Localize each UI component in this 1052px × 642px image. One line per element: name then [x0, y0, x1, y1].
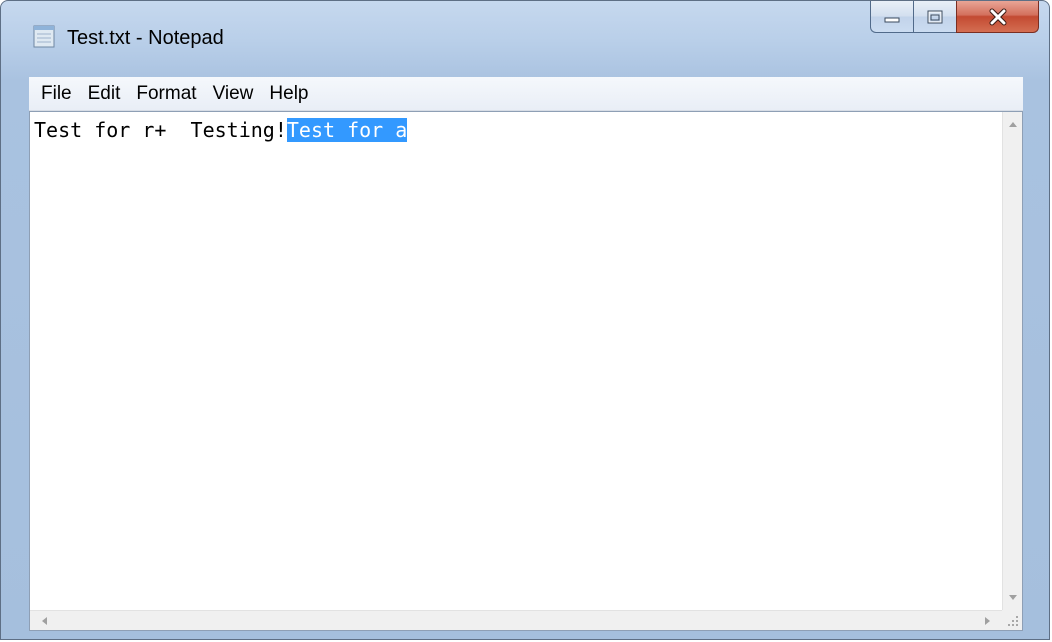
caption-buttons [870, 1, 1039, 35]
menu-bar: File Edit Format View Help [29, 77, 1023, 111]
selected-text: Test for a [286, 118, 408, 142]
menu-format[interactable]: Format [128, 80, 204, 108]
maximize-icon [927, 10, 943, 23]
minimize-icon [884, 17, 900, 22]
unselected-text: Test for r+ Testing! [34, 118, 287, 142]
text-content[interactable]: Test for r+ Testing!Test for a [34, 116, 1002, 610]
vertical-scrollbar[interactable] [1002, 112, 1022, 610]
scroll-right-arrow-icon[interactable] [985, 617, 990, 625]
scroll-left-arrow-icon[interactable] [42, 617, 47, 625]
notepad-icon [33, 25, 55, 48]
horizontal-scrollbar[interactable] [30, 610, 1002, 630]
menu-file[interactable]: File [33, 80, 80, 108]
resize-grip[interactable] [1002, 610, 1022, 630]
menu-view[interactable]: View [205, 80, 262, 108]
scroll-up-arrow-icon[interactable] [1009, 122, 1017, 127]
close-icon [989, 8, 1006, 25]
menu-help[interactable]: Help [261, 80, 316, 108]
maximize-button[interactable] [913, 1, 956, 33]
resize-grip-icon [1008, 616, 1018, 626]
minimize-button[interactable] [870, 1, 913, 33]
window-title: Test.txt - Notepad [67, 27, 224, 49]
menu-edit[interactable]: Edit [80, 80, 129, 108]
text-editor[interactable]: Test for r+ Testing!Test for a [29, 111, 1023, 631]
close-button[interactable] [956, 1, 1039, 33]
notepad-window: Test.txt - Notepad File Edit Format View… [0, 0, 1050, 640]
title-bar[interactable]: Test.txt - Notepad [1, 1, 1049, 77]
scroll-down-arrow-icon[interactable] [1009, 595, 1017, 600]
